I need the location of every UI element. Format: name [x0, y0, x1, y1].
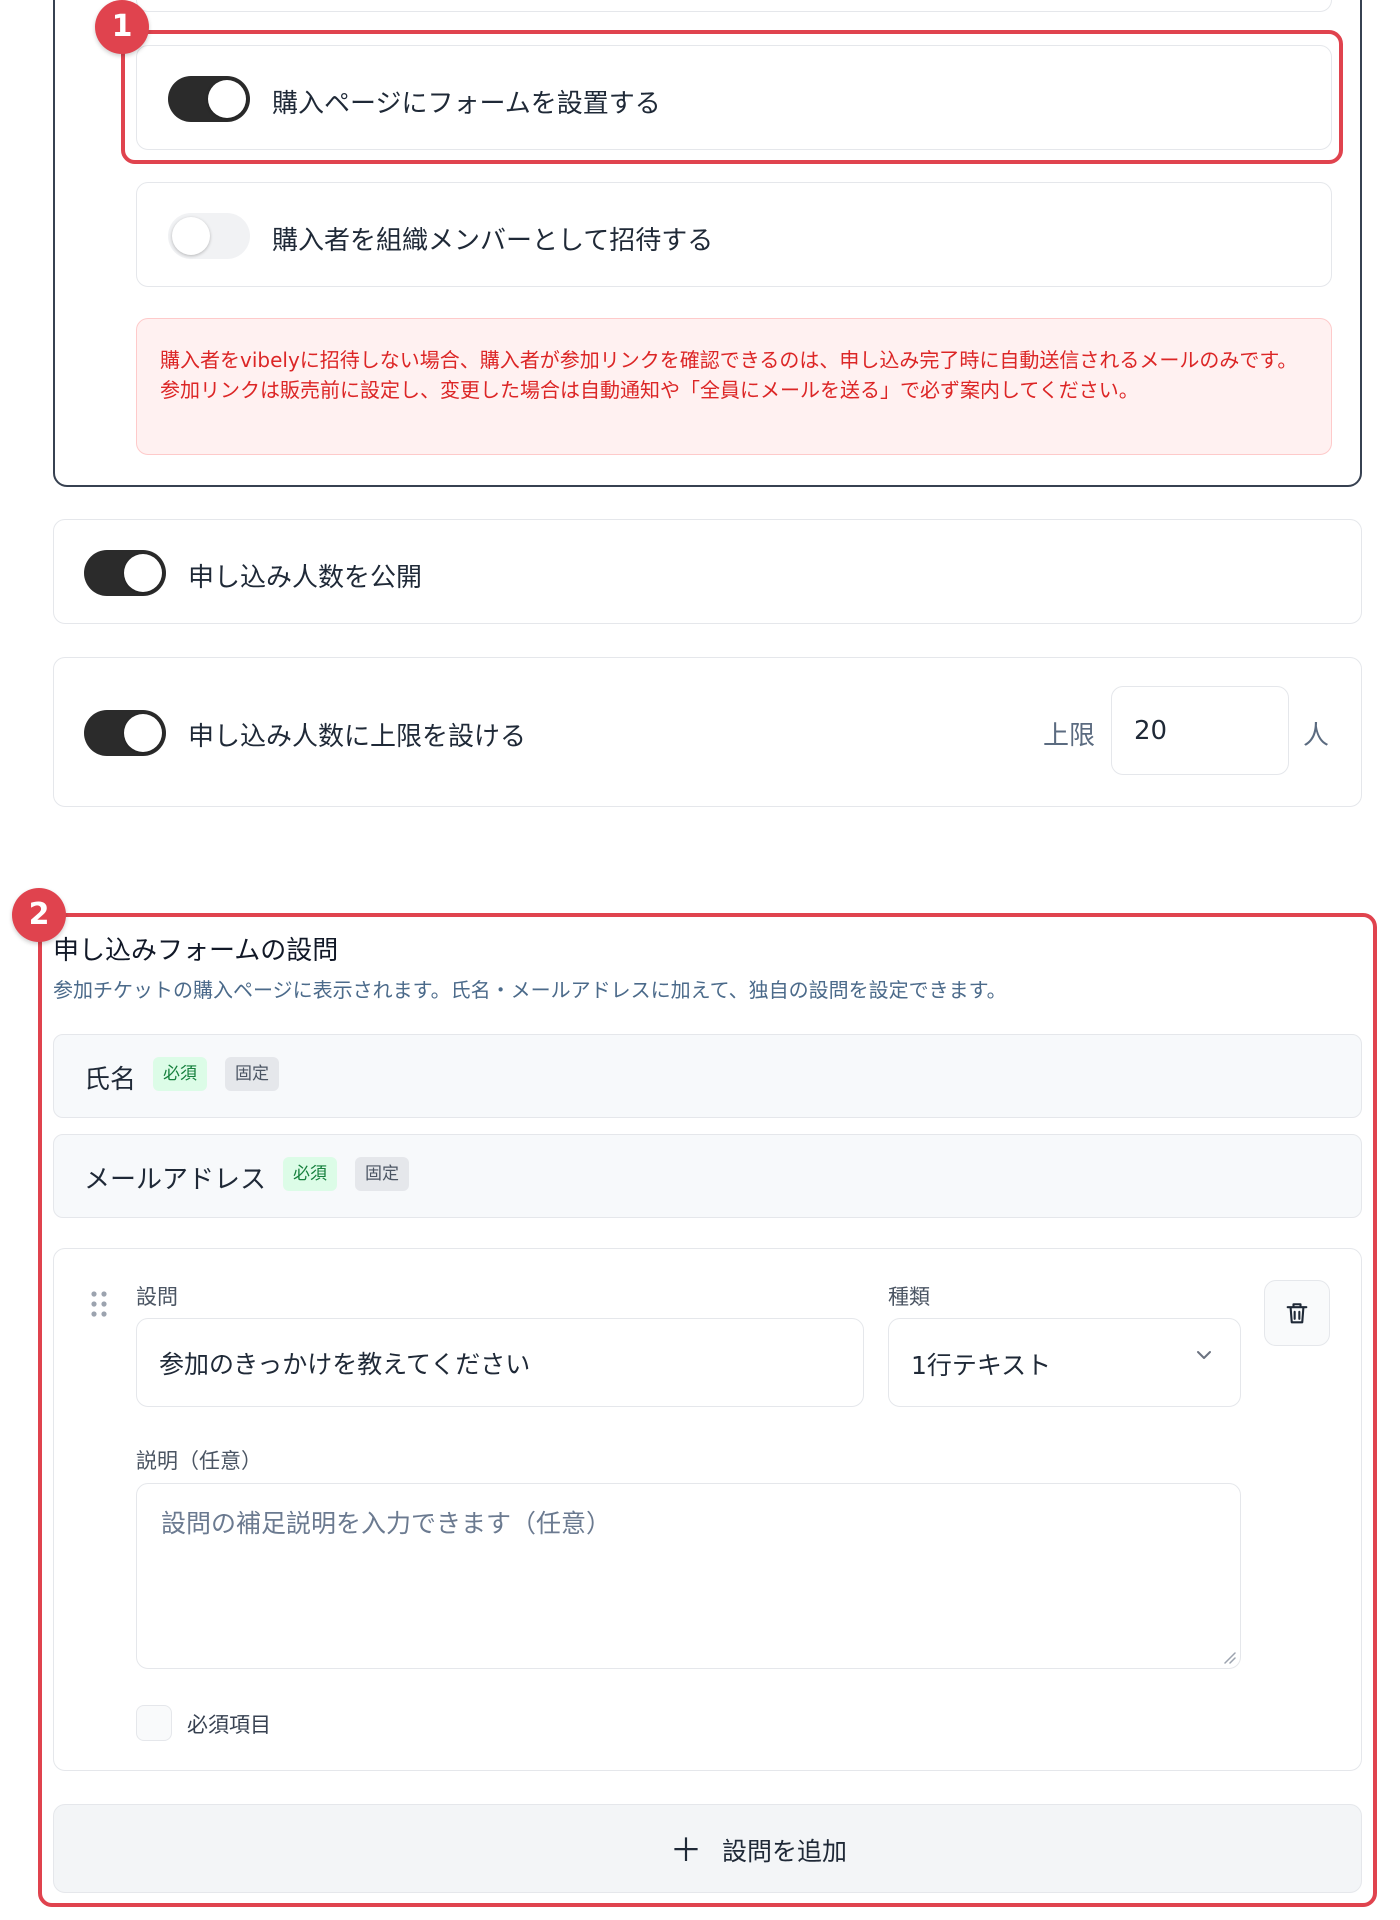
- invite-members-option[interactable]: 購入者を組織メンバーとして招待する: [136, 182, 1332, 287]
- invite-members-label: 購入者を組織メンバーとして招待する: [272, 226, 714, 256]
- public-count-toggle[interactable]: [84, 550, 166, 596]
- invite-members-toggle[interactable]: [168, 213, 250, 259]
- callout-frame-2: [38, 913, 1377, 1907]
- limit-toggle[interactable]: [84, 710, 166, 756]
- warning-alert: 購入者をvibelyに招待しない場合、購入者が参加リンクを確認できるのは、申し込…: [136, 318, 1332, 455]
- callout-badge-1: 1: [95, 0, 149, 54]
- limit-prefix: 上限: [1043, 721, 1096, 751]
- limit-unit: 人: [1303, 721, 1330, 751]
- warning-alert-text: 購入者をvibelyに招待しない場合、購入者が参加リンクを確認できるのは、申し込…: [160, 348, 1298, 402]
- toggle-knob: [172, 217, 210, 255]
- public-count-option[interactable]: 申し込み人数を公開: [53, 519, 1362, 624]
- callout-frame-1: [121, 30, 1343, 164]
- toggle-knob: [124, 554, 162, 592]
- previous-option-card: [136, 0, 1332, 12]
- callout-badge-2: 2: [12, 888, 66, 942]
- toggle-knob: [124, 714, 162, 752]
- public-count-label: 申し込み人数を公開: [188, 563, 423, 593]
- limit-label: 申し込み人数に上限を設ける: [188, 722, 527, 752]
- limit-input[interactable]: [1111, 686, 1289, 775]
